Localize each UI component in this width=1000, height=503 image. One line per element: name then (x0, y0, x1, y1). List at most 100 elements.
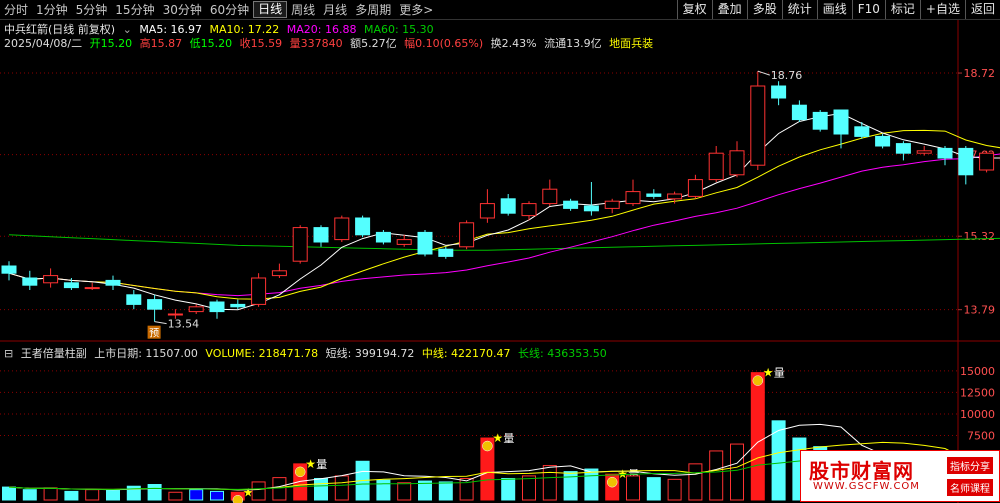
candle-body-16 (334, 217, 350, 241)
candle-body-47 (979, 152, 995, 171)
candle-body-32 (667, 193, 683, 200)
volume-bar-12 (251, 481, 266, 501)
candle-body-41 (854, 126, 870, 137)
period-0[interactable]: 分时 (0, 1, 32, 18)
price-tick-label-3: 13.79 (964, 304, 996, 317)
period-6[interactable]: 日线 (253, 1, 288, 18)
period-selector: 分时 1分钟 5分钟 15分钟 30分钟 60分钟 日线 周线 月线 多周期 更多> (0, 0, 437, 19)
low-label: 13.54 (168, 318, 200, 331)
volume-bar-2 (43, 487, 58, 501)
volume-bar-5 (106, 490, 120, 501)
volume-bar-30 (626, 475, 640, 501)
volume-bar-19 (397, 482, 412, 501)
star-icon: ★ (763, 366, 774, 380)
sub-title[interactable]: 王者倍量柱副 (21, 347, 87, 360)
toolbar-button-0[interactable]: 复权 (676, 0, 712, 19)
candle-body-28 (583, 205, 599, 212)
period-2[interactable]: 5分钟 (72, 1, 112, 18)
price-tick-label-0: 18.72 (964, 67, 996, 80)
volume-tick-label-2: 10000 (960, 408, 995, 421)
volume-bar-33 (688, 463, 703, 501)
volume-bar-27 (563, 471, 578, 501)
volume-tick-label-0: 15000 (960, 365, 995, 378)
chart-canvas[interactable]: 18.7217.0215.3213.7915000125001000075001… (0, 0, 1000, 503)
ma20-line (8, 153, 1000, 297)
period-5[interactable]: 60分钟 (206, 1, 253, 18)
period-8[interactable]: 月线 (319, 1, 351, 18)
toolbar-button-2[interactable]: 多股 (746, 0, 782, 19)
high-label: 高15.87 (139, 37, 183, 50)
toolbar-button-1[interactable]: 叠加 (711, 0, 747, 19)
volume-bar-8 (168, 491, 183, 501)
money-bag-icon (232, 495, 244, 503)
money-bag-icon (606, 476, 618, 488)
volume-bar-9 (189, 489, 204, 501)
candle-body-18 (375, 231, 391, 243)
volume-bar-15 (314, 477, 328, 501)
high-label: 18.76 (771, 69, 803, 82)
period-7[interactable]: 周线 (287, 1, 319, 18)
candle-body-35 (729, 150, 745, 176)
candle-body-15 (313, 227, 329, 243)
turnover-label: 换2.43% (490, 37, 537, 50)
toolbar-button-8[interactable]: 返回 (964, 0, 1000, 19)
listing-date: 上市日期: 11507.00 (94, 347, 198, 360)
candle-body-30 (625, 191, 641, 205)
candle-body-0 (1, 265, 17, 274)
volume-bar-31 (646, 477, 661, 501)
toolbar-button-7[interactable]: +自选 (919, 0, 965, 19)
candle-body-39 (812, 111, 828, 130)
short-line: 短线: 399194.72 (325, 347, 415, 360)
period-4[interactable]: 30分钟 (159, 1, 206, 18)
toolbar-button-3[interactable]: 统计 (781, 0, 817, 19)
candle-body-43 (895, 143, 911, 154)
open-label: 开15.20 (89, 37, 133, 50)
volume-bar-0 (2, 486, 16, 501)
candle-body-11 (230, 303, 246, 308)
double-volume-label: 量 (774, 367, 785, 380)
toolbar-button-5[interactable]: F10 (851, 0, 885, 19)
volume-bar-24 (501, 477, 516, 501)
candle-body-23 (479, 203, 495, 219)
forecast-badge-label: 预 (149, 328, 159, 340)
candle-body-38 (791, 104, 807, 121)
long-line: 长线: 436353.50 (518, 347, 607, 360)
candle-body-29 (604, 200, 620, 209)
toolbar-button-4[interactable]: 画线 (816, 0, 852, 19)
volume-bar-1 (22, 489, 37, 501)
settings-icon[interactable]: ⊟ (4, 347, 13, 360)
amount-label: 额5.27亿 (350, 37, 397, 50)
candle-body-3 (63, 282, 79, 289)
money-bag-icon (752, 375, 764, 386)
ma60-line (8, 234, 1000, 251)
volume-tick-label-1: 12500 (960, 386, 995, 399)
period-10[interactable]: 更多> (395, 1, 437, 18)
volume-tick-label-3: 7500 (967, 429, 995, 442)
candle-body-7 (147, 299, 163, 310)
volume-bar-4 (85, 489, 100, 501)
candle-body-1 (22, 277, 38, 286)
low-label: 低15.20 (189, 37, 233, 50)
volume-bar-28 (584, 468, 599, 501)
toolbar-button-6[interactable]: 标记 (884, 0, 920, 19)
sector-label[interactable]: 地面兵装 (609, 37, 653, 50)
volume-bar-16 (334, 475, 349, 501)
candle-body-5 (105, 279, 121, 286)
period-3[interactable]: 15分钟 (111, 1, 158, 18)
candle-body-31 (646, 193, 662, 197)
period-9[interactable]: 多周期 (351, 1, 395, 18)
star-icon: ★ (305, 457, 316, 471)
candle-body-14 (292, 227, 308, 262)
candle-body-42 (875, 135, 891, 147)
candle-body-6 (126, 294, 142, 305)
period-1[interactable]: 1分钟 (32, 1, 72, 18)
candle-body-21 (438, 248, 454, 257)
candle-body-36 (750, 85, 766, 166)
double-volume-label: 量 (316, 458, 327, 471)
volume-bar-36 (750, 372, 765, 501)
candle-body-45 (937, 147, 953, 159)
candle-body-26 (542, 188, 558, 205)
date-label: 2025/04/08/二 (4, 37, 83, 50)
toolbar-buttons: 复权 叠加 多股 统计 画线 F10 标记 +自选 返回 (676, 0, 1000, 19)
candle-body-27 (563, 200, 579, 209)
